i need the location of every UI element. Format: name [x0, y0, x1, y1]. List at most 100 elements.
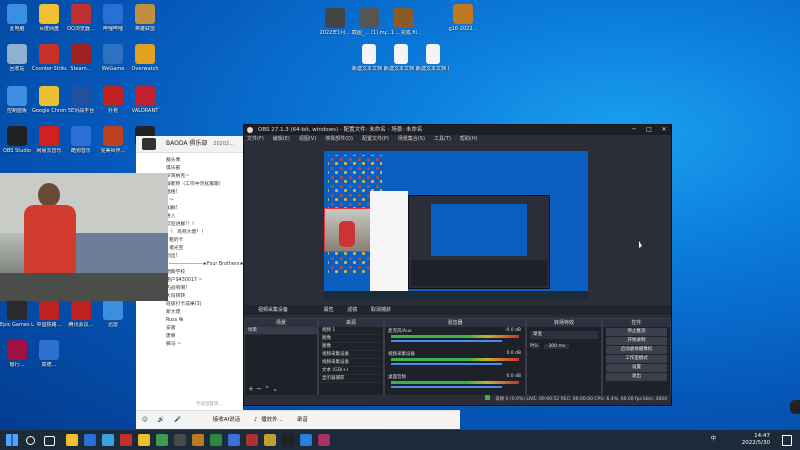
desktop-icon[interactable]: 迅雷 — [96, 300, 130, 340]
source-item[interactable]: 视频采集设备 — [319, 351, 383, 359]
desktop-icon[interactable]: WeGame — [96, 44, 130, 84]
taskbar-app-icon[interactable] — [318, 434, 330, 446]
source-item[interactable]: 视频 1 — [319, 327, 383, 335]
desktop-icon[interactable]: 控制面板 — [0, 86, 34, 126]
control-button[interactable]: 工作室模式 — [606, 355, 667, 363]
volume-slider[interactable] — [391, 363, 502, 365]
desktop-icon[interactable]: 哔哩哔哩 — [96, 4, 130, 44]
desktop-textfile-1[interactable]: 新建文本文档 (1).txt — [352, 44, 386, 84]
taskbar-app-icon[interactable] — [120, 434, 132, 446]
desktop-icon[interactable]: 酷狗音乐 — [64, 126, 98, 166]
obs-menu-item[interactable]: 场景集合(S) — [398, 136, 425, 142]
obs-menu-item[interactable]: 编辑(E) — [273, 136, 290, 142]
obs-menu-item[interactable]: 配置文件(P) — [362, 136, 389, 142]
desktop-textfile-2[interactable]: 新建文本文档 (2).txt — [384, 44, 418, 84]
desktop-file-2[interactable]: 截图_… (1).mp4… — [352, 8, 386, 48]
control-button[interactable]: 开始录制 — [606, 337, 667, 345]
source-item[interactable]: 图像 — [319, 335, 383, 343]
source-item[interactable]: 视频采集设备 — [319, 359, 383, 367]
desktop-icon[interactable]: 此电脑 — [0, 4, 34, 44]
scene-item[interactable]: 场景 — [245, 327, 317, 335]
side-scroll-icon[interactable] — [790, 400, 800, 414]
desktop-icon[interactable]: 完美世界… — [96, 126, 130, 166]
minimize-icon[interactable]: ─ — [627, 125, 641, 135]
maximize-icon[interactable]: □ — [642, 125, 656, 135]
obs-menu-item[interactable]: 工具(T) — [434, 136, 451, 142]
obs-titlebar[interactable]: OBS 27.1.3 (64-bit, windows) - 配置文件: 未命名… — [244, 125, 671, 135]
taskbar-app-icon[interactable] — [228, 434, 240, 446]
taskbar-app-icon[interactable] — [156, 434, 168, 446]
voice-icon[interactable]: 🔊 — [157, 417, 164, 423]
desktop-icon[interactable]: Counter-Strike… — [32, 44, 66, 84]
duration-input[interactable]: 300 ms — [544, 344, 570, 349]
taskbar-app-icon[interactable] — [192, 434, 204, 446]
taskbar-app-icon[interactable] — [138, 434, 150, 446]
desktop-icon[interactable]: 网易云音乐 — [32, 126, 66, 166]
volume-slider[interactable] — [391, 340, 502, 342]
source-item[interactable]: 显示器捕获 — [319, 375, 383, 383]
control-button[interactable]: 设置 — [606, 364, 667, 372]
properties-button[interactable]: 属性 — [324, 307, 334, 313]
source-item[interactable]: 图像 — [319, 343, 383, 351]
desktop-icon[interactable]: 腾讯会议… — [64, 300, 98, 340]
record-button[interactable]: 录音 — [297, 417, 308, 423]
source-item[interactable]: 文本 (GDI+) — [319, 367, 383, 375]
chat-member-count: 20202… — [213, 141, 235, 147]
desktop-icon[interactable]: VALORANT — [128, 86, 162, 126]
scene-add-icon[interactable]: + − ⌃ ⌄ — [248, 385, 278, 393]
clock[interactable]: 14:47 2022/5/30 — [722, 433, 770, 447]
control-button[interactable]: 退出 — [606, 373, 667, 381]
ai-speech-button[interactable]: 接收AI说话 — [213, 417, 240, 423]
desktop-icon[interactable]: 中国铁路… — [32, 300, 66, 340]
taskbar-app-icon[interactable] — [246, 434, 258, 446]
control-button[interactable]: 停止推流 — [606, 328, 667, 336]
desktop-icon[interactable]: 英雄联盟 — [128, 4, 162, 44]
filters-button[interactable]: 滤镜 — [347, 307, 357, 313]
task-view-icon[interactable] — [44, 436, 55, 446]
taskbar-app-icon[interactable] — [174, 434, 186, 446]
taskbar-app-icon[interactable] — [264, 434, 276, 446]
desktop-file-4[interactable]: g16-2022… — [446, 4, 480, 44]
taskbar-app-icon[interactable] — [102, 434, 114, 446]
taskbar-app-icon[interactable] — [84, 434, 96, 446]
desktop-icon[interactable]: 银行… — [0, 340, 34, 380]
desktop-icon[interactable]: 5E对战平台 — [64, 86, 98, 126]
desktop-icon[interactable]: Overwatch — [128, 44, 162, 84]
obs-menu-item[interactable]: 视图(V) — [299, 136, 316, 142]
desktop-icon[interactable]: 扑克 — [96, 86, 130, 126]
obs-menu-item[interactable]: 帮助(H) — [460, 136, 478, 142]
start-icon[interactable] — [6, 434, 18, 446]
taskbar-app-icon[interactable] — [66, 434, 78, 446]
desktop-textfile-3[interactable]: 新建文本文档 (3).txt — [416, 44, 450, 84]
desktop-icon[interactable]: Epic Games Launcher — [0, 300, 34, 340]
music-icon[interactable]: ♪ — [254, 417, 258, 423]
obs-menu-item[interactable]: 文件(F) — [247, 136, 264, 142]
desktop-file-3[interactable]: …1 …完成.fil… — [386, 8, 420, 48]
emoji-icon[interactable]: ☺ — [142, 417, 148, 423]
taskbar-app-icon[interactable] — [210, 434, 222, 446]
desktop-icon[interactable]: 回收站 — [0, 44, 34, 84]
control-button[interactable]: 启动虚拟摄像机 — [606, 346, 667, 354]
ime-indicator[interactable]: 中 — [710, 436, 716, 442]
desktop-icon[interactable]: OBS Studio — [0, 126, 34, 166]
desktop-icon[interactable]: Steam… — [64, 44, 98, 84]
desktop-icon[interactable]: Google Chrome — [32, 86, 66, 126]
volume-slider[interactable] — [391, 386, 502, 388]
desktop-icon[interactable]: 百度网盘 — [32, 4, 66, 44]
search-icon[interactable] — [26, 436, 35, 445]
close-icon[interactable]: ✕ — [657, 125, 671, 135]
chat-input-hint[interactable]: 不说话就等… — [196, 401, 241, 409]
obs-preview[interactable] — [324, 151, 588, 299]
desktop-icon[interactable]: 高德… — [32, 340, 66, 380]
desktop-icon-label: Counter-Strike… — [32, 66, 66, 72]
desktop-icon[interactable]: QQ浏览器… — [64, 4, 98, 44]
transition-select[interactable]: 渐变 — [530, 331, 598, 339]
deactivate-button[interactable]: 取消捕获 — [371, 307, 391, 313]
desktop-file-1[interactable]: 2022年1月… — [318, 8, 352, 48]
play-external-button[interactable]: 播放外… — [261, 417, 283, 423]
obs-menu-item[interactable]: 停靠部件(D) — [325, 136, 353, 142]
taskbar-app-icon[interactable] — [300, 434, 312, 446]
taskbar-app-icon[interactable] — [282, 434, 294, 446]
mic-icon[interactable]: 🎤 — [174, 417, 181, 423]
notification-icon[interactable] — [782, 435, 792, 446]
